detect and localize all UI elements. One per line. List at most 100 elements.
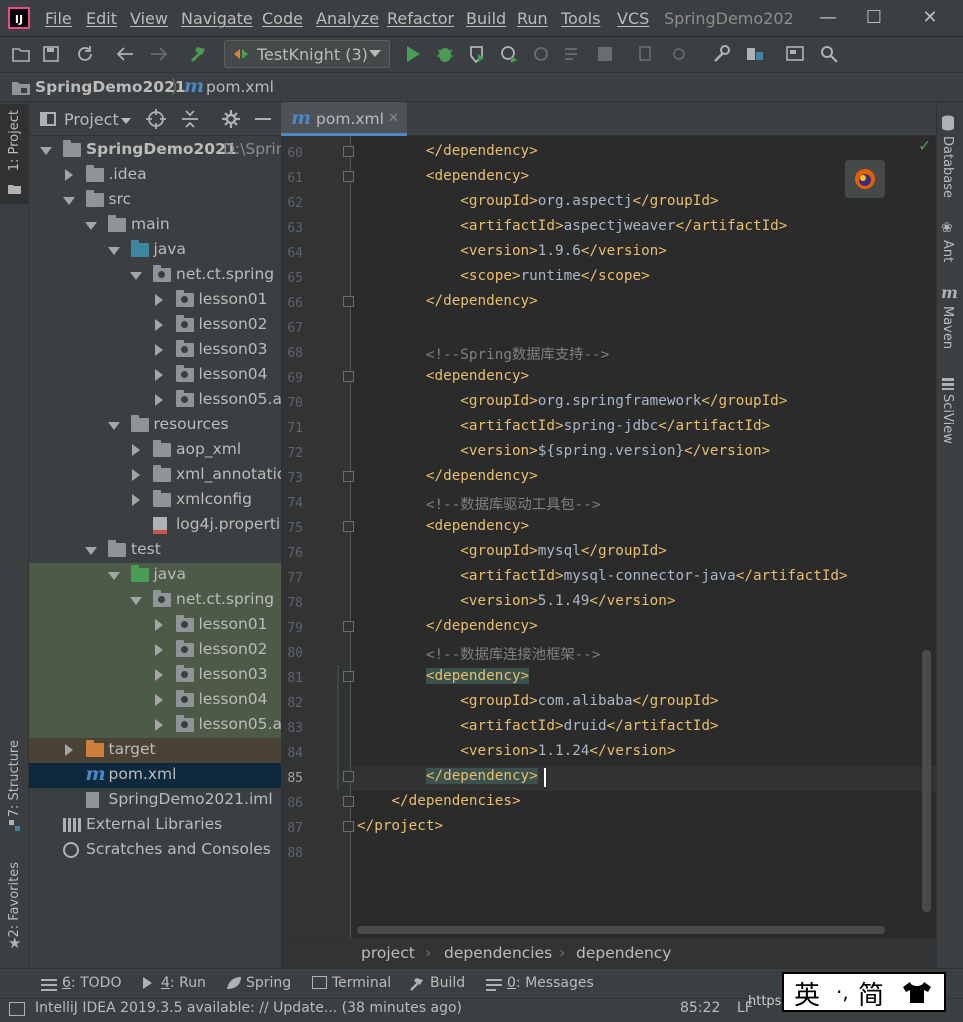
line-number[interactable]: 60 [281,146,303,161]
code-line[interactable]: <scope>runtime</scope> [357,268,649,284]
code-line[interactable]: </dependency> [357,143,538,159]
code-line[interactable]: </dependency> [357,618,538,634]
tree-item[interactable]: lesson01 [29,613,281,638]
tree-item[interactable]: lesson03 [29,663,281,688]
line-number[interactable]: 61 [281,171,303,186]
run-coverage-icon[interactable] [466,43,488,65]
tree-item[interactable]: xmlconfig [29,488,281,513]
chevron-right-icon[interactable] [132,444,140,456]
chevron-down-icon[interactable] [85,547,97,555]
tree-item[interactable]: main [29,213,281,238]
code-line[interactable]: <artifactId>spring-jdbc</artifactId> [357,418,770,434]
locate-target-icon[interactable] [146,109,166,133]
favorites-tool-tab[interactable]: 2: Favorites [7,862,22,938]
chevron-right-icon[interactable] [154,619,163,631]
forward-arrow-icon[interactable] [148,43,170,65]
tree-item[interactable]: java [29,238,281,263]
line-number[interactable]: 82 [281,696,303,711]
tree-item[interactable]: log4j.properties [29,513,281,538]
line-number[interactable]: 83 [281,721,303,736]
maven-tool-tab[interactable]: Maven [940,306,955,349]
build-hammer-icon[interactable] [188,43,210,65]
fold-marker-icon[interactable] [343,771,354,782]
tree-item[interactable]: lesson03 [29,338,281,363]
hide-panel-icon[interactable] [255,118,271,120]
line-number[interactable]: 63 [281,221,303,236]
code-line[interactable]: </dependency> [357,293,538,309]
line-number[interactable]: 77 [281,571,303,586]
sciview-tool-tab[interactable]: SciView [940,394,955,444]
code-line[interactable]: <groupId>mysql</groupId> [357,543,667,559]
profiler-icon[interactable] [498,43,520,65]
minimize-icon[interactable]: — [814,4,842,32]
sync-icon[interactable] [74,43,96,65]
todo-tool-button[interactable]: 6: TODO [62,975,121,991]
tree-item[interactable]: lesson02 [29,638,281,663]
line-number[interactable]: 67 [281,321,303,336]
tree-item[interactable]: net.ct.spring [29,588,281,613]
line-number[interactable]: 74 [281,496,303,511]
tree-item[interactable]: lesson04 [29,688,281,713]
fold-marker-icon[interactable] [343,671,354,682]
close-tab-icon[interactable]: ✕ [388,111,399,126]
intellij-logo-icon[interactable]: IJ [8,7,30,29]
build-tool-button[interactable]: Build [430,975,465,991]
menu-vcs[interactable]: VCS [617,9,649,28]
menu-run[interactable]: Run [517,9,548,28]
chevron-right-icon[interactable] [64,744,73,756]
line-number[interactable]: 78 [281,596,303,611]
menu-code[interactable]: Code [262,9,303,28]
code-line[interactable]: <dependency> [357,368,529,384]
code-line[interactable]: </dependencies> [357,793,520,809]
tree-item[interactable]: lesson05.aop_ [29,713,281,738]
fold-marker-icon[interactable] [343,171,354,182]
fold-marker-icon[interactable] [343,796,354,807]
code-line[interactable]: <version>1.1.24</version> [357,743,675,759]
line-number[interactable]: 73 [281,471,303,486]
structure-tool-tab[interactable]: 7: Structure [7,740,22,817]
chevron-down-icon[interactable] [107,247,120,255]
tree-item[interactable]: src [29,188,281,213]
tree-item[interactable]: SpringDemo2021D:\Spring\ [29,138,281,163]
menu-file[interactable]: File [45,9,72,28]
attach-debugger-icon[interactable] [530,43,552,65]
code-line[interactable]: </dependency> [357,468,538,484]
chevron-down-icon[interactable] [130,272,142,280]
fold-marker-icon[interactable] [343,296,354,307]
code-line[interactable]: <dependency> [357,168,529,184]
chevron-right-icon[interactable] [154,319,163,331]
project-structure-icon[interactable] [744,43,766,65]
save-icon[interactable] [40,43,62,65]
breadcrumb-project[interactable]: SpringDemo2021 [35,78,186,96]
inspection-ok-icon[interactable]: ✓ [918,136,931,155]
tree-item[interactable]: target [29,738,281,763]
line-number[interactable]: 86 [281,796,303,811]
menu-refactor[interactable]: Refactor [387,9,454,28]
tree-item[interactable]: resources [29,413,281,438]
maximize-icon[interactable]: ☐ [860,4,888,32]
crumb-dependency[interactable]: dependency [576,944,671,962]
firefox-preview-button[interactable] [845,160,885,198]
fold-marker-icon[interactable] [343,371,354,382]
line-number[interactable]: 87 [281,821,303,836]
vcs-update-icon[interactable] [636,43,658,65]
presentation-icon[interactable] [784,43,806,65]
line-number[interactable]: 81 [281,671,303,686]
tree-item[interactable]: External Libraries [29,813,281,838]
code-line[interactable]: <dependency> [357,518,529,534]
code-line[interactable]: <artifactId>aspectjweaver</artifactId> [357,218,787,234]
chevron-down-icon[interactable] [130,597,142,605]
debug-icon[interactable] [434,43,456,65]
code-line[interactable]: <artifactId>druid</artifactId> [357,718,718,734]
stop-icon[interactable] [594,43,616,65]
messages-tool-button[interactable]: 0: Messages [507,975,594,991]
code-line[interactable]: </project> [357,818,443,834]
chevron-right-icon[interactable] [154,719,163,731]
line-number[interactable]: 68 [281,346,303,361]
menu-view[interactable]: View [130,9,168,28]
chevron-down-icon[interactable] [62,197,75,205]
chevron-right-icon[interactable] [154,394,163,406]
line-number[interactable]: 79 [281,621,303,636]
chevron-right-icon[interactable] [154,694,163,706]
fold-marker-icon[interactable] [343,521,354,532]
